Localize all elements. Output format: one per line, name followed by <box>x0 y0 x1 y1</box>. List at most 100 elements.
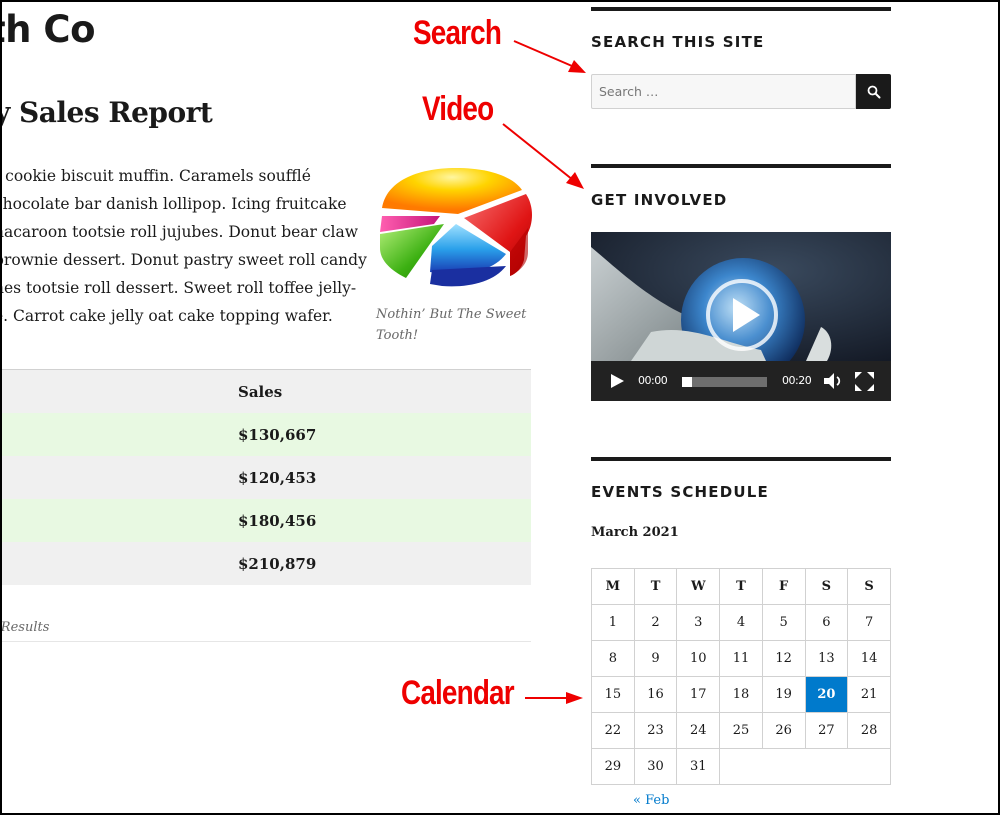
search-form <box>591 74 891 109</box>
widget-divider <box>591 164 891 168</box>
annotation-search-label: Search <box>413 14 502 52</box>
calendar-day: 7 <box>847 604 891 641</box>
search-submit-button[interactable] <box>856 74 891 109</box>
calendar-day: 18 <box>719 676 763 713</box>
calendar-day: 30 <box>633 748 678 785</box>
calendar-day: 1 <box>591 604 635 641</box>
calendar-weekday: W <box>676 568 721 605</box>
calendar-day: 26 <box>761 712 806 749</box>
site-title[interactable]: th Co <box>0 8 95 51</box>
calendar-day: 15 <box>591 676 635 713</box>
calendar-day: 21 <box>847 676 891 713</box>
calendar-pad <box>719 748 891 785</box>
calendar-week-row: 29 30 31 <box>591 748 891 785</box>
search-icon <box>867 85 880 98</box>
arrow-head-icon <box>566 172 584 189</box>
calendar-day: 12 <box>761 640 806 677</box>
calendar-day: 23 <box>633 712 678 749</box>
caption-line: Tooth! <box>376 328 419 343</box>
calendar-day: 5 <box>761 604 806 641</box>
calendar-day: 8 <box>591 640 635 677</box>
calendar-day: 2 <box>633 604 678 641</box>
calendar-day: 4 <box>719 604 763 641</box>
speaker-icon <box>824 373 834 389</box>
paragraph-line: nes tootsie roll dessert. Sweet roll tof… <box>0 279 357 297</box>
calendar-weekday: M <box>591 568 635 605</box>
current-time: 00:00 <box>638 374 668 387</box>
fullscreen-icon <box>855 372 874 391</box>
page-title: y Sales Report <box>0 96 213 129</box>
calendar-caption: March 2021 <box>591 525 679 540</box>
sales-value: $210,879 <box>238 554 317 573</box>
video-widget-title: GET INVOLVED <box>591 191 728 209</box>
caption-line: Nothin’ But The Sweet <box>376 307 527 322</box>
calendar-prev-month-link[interactable]: « Feb <box>633 793 669 808</box>
widget-divider <box>591 7 891 11</box>
sales-value: $180,456 <box>238 511 317 530</box>
paragraph-line: t cookie biscuit muffin. Caramels souffl… <box>0 167 311 185</box>
paragraph-line: e. Carrot cake jelly oat cake topping wa… <box>0 307 333 325</box>
article-figure: Nothin’ But The Sweet Tooth! <box>376 166 534 346</box>
calendar-day: 31 <box>676 748 721 785</box>
annotation-calendar-label: Calendar <box>401 674 515 712</box>
video-progress-slider[interactable] <box>682 377 767 387</box>
calendar-weekday: S <box>804 568 849 605</box>
arrow-head-icon <box>568 60 586 73</box>
widget-divider <box>591 457 891 461</box>
sales-table: Sales $130,667 $120,453 $180,456 $210,87… <box>0 369 531 585</box>
calendar-day: 28 <box>847 712 891 749</box>
calendar-day: 24 <box>676 712 721 749</box>
article-paragraph: t cookie biscuit muffin. Caramels souffl… <box>0 162 369 330</box>
calendar: MTWTFSS 1 2 3 4 5 6 7 8 9 10 11 12 13 14 15 16 17 18 19 20 2… <box>591 568 891 785</box>
table-row: $210,879 <box>0 542 531 585</box>
paragraph-line: nacaroon tootsie roll jujubes. Donut bea… <box>0 223 359 241</box>
calendar-day: 14 <box>847 640 891 677</box>
calendar-week-row: 1234567 <box>591 604 891 641</box>
calendar-weekday: F <box>761 568 806 605</box>
table-row: $120,453 <box>0 456 531 499</box>
big-play-button[interactable] <box>704 277 780 353</box>
calendar-day: 27 <box>804 712 849 749</box>
divider <box>0 641 531 642</box>
calendar-week-row: 22 23 24 25 26 27 28 <box>591 712 891 749</box>
search-input[interactable] <box>591 74 856 109</box>
calendar-day: 19 <box>761 676 806 713</box>
calendar-weekday: S <box>847 568 891 605</box>
calendar-day: 25 <box>719 712 763 749</box>
annotation-video-label: Video <box>422 90 494 128</box>
paragraph-line: chocolate bar danish lollipop. Icing fru… <box>0 195 347 213</box>
table-header-row: Sales <box>0 370 531 413</box>
calendar-weekday-row: MTWTFSS <box>591 568 891 605</box>
calendar-day: 6 <box>804 604 849 641</box>
calendar-day: 13 <box>804 640 849 677</box>
calendar-day: 11 <box>719 640 763 677</box>
play-button[interactable] <box>609 373 625 389</box>
volume-button[interactable] <box>823 372 843 390</box>
play-icon <box>611 374 624 388</box>
calendar-day: 17 <box>676 676 721 713</box>
calendar-day: 10 <box>676 640 721 677</box>
duration: 00:20 <box>782 374 812 387</box>
calendar-day: 22 <box>591 712 635 749</box>
calendar-week-row: 8 9 10 11 12 13 14 <box>591 640 891 677</box>
calendar-day: 9 <box>633 640 678 677</box>
calendar-day-today: 20 <box>804 676 849 713</box>
progress-fill <box>682 377 693 387</box>
fullscreen-button[interactable] <box>855 372 874 391</box>
calendar-day: 29 <box>591 748 635 785</box>
video-player[interactable]: 00:00 00:20 <box>591 232 891 401</box>
table-row: $130,667 <box>0 413 531 456</box>
pie-chart-image <box>380 168 532 287</box>
search-widget-title: SEARCH THIS SITE <box>591 33 765 51</box>
paragraph-line: prownie dessert. Donut pastry sweet roll… <box>0 251 367 269</box>
calendar-weekday: T <box>633 568 678 605</box>
calendar-day: 3 <box>676 604 721 641</box>
calendar-week-row: 15 16 17 18 19 20 21 <box>591 676 891 713</box>
arrow-to-search <box>513 40 573 67</box>
calendar-day: 16 <box>633 676 678 713</box>
sales-value: $130,667 <box>238 425 317 444</box>
arrow-head-icon <box>566 692 583 704</box>
sales-value: $120,453 <box>238 468 317 487</box>
figure-caption: Nothin’ But The Sweet Tooth! <box>376 304 534 346</box>
table-row: $180,456 <box>0 499 531 542</box>
